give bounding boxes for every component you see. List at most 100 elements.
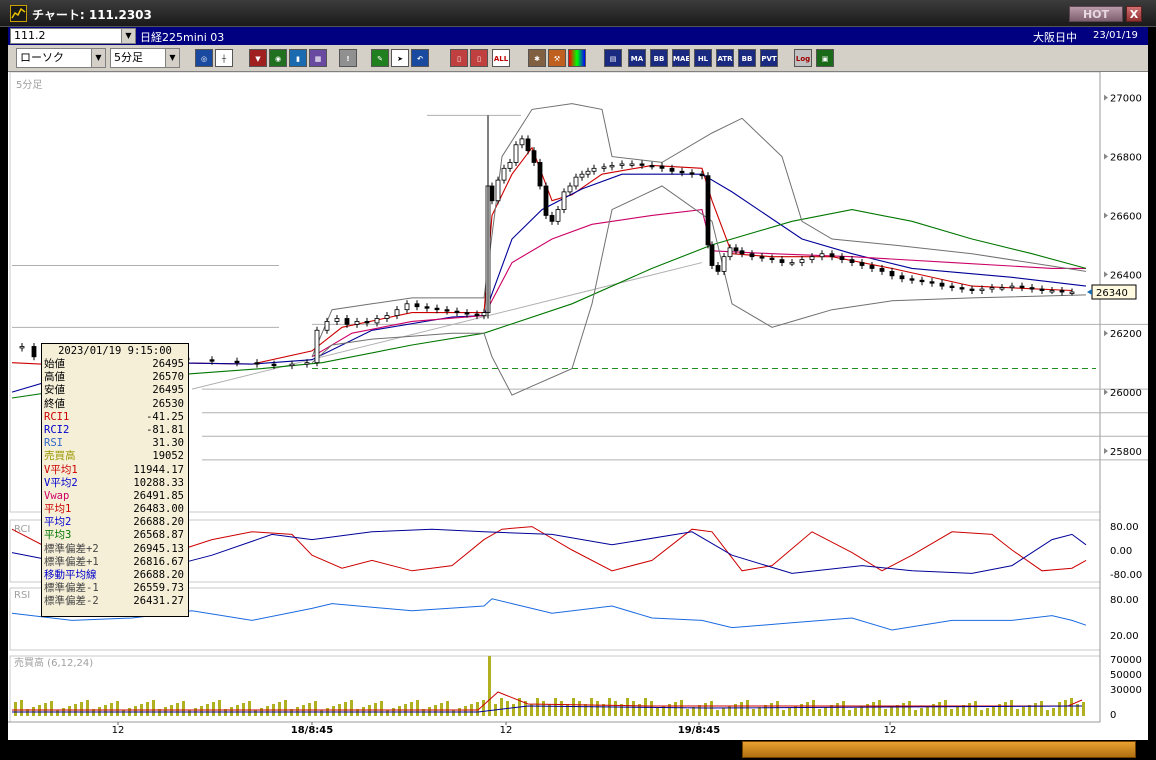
candle-body bbox=[969, 288, 975, 291]
price-panel-label: 5分足 bbox=[16, 79, 42, 91]
bb-button[interactable]: BB bbox=[650, 49, 668, 67]
volume-bar bbox=[14, 702, 17, 716]
volume-bar bbox=[698, 705, 701, 716]
rci-tick-label: 80.00 bbox=[1110, 522, 1139, 533]
atr-button[interactable]: ATR bbox=[716, 49, 734, 67]
interval-select[interactable]: 5分足 ▼ bbox=[110, 48, 180, 68]
candle-body bbox=[254, 362, 260, 365]
candle-body bbox=[1029, 287, 1035, 290]
tooltip-row: Vwap 26491.85 bbox=[42, 490, 188, 503]
volume-bar bbox=[818, 709, 821, 716]
chevron-down-icon[interactable]: ▼ bbox=[91, 49, 105, 67]
volume-bar bbox=[50, 701, 53, 716]
tooltip-row: V平均2 10288.33 bbox=[42, 477, 188, 490]
candle-body bbox=[591, 167, 597, 172]
pvt-button[interactable]: PVT bbox=[760, 49, 778, 67]
ma-button[interactable]: MA bbox=[628, 49, 646, 67]
candle-body bbox=[464, 312, 470, 315]
candle-body bbox=[739, 250, 745, 255]
tick-marker bbox=[1104, 448, 1108, 454]
candle-body bbox=[705, 175, 711, 246]
candle-body bbox=[639, 163, 645, 166]
chevron-down-icon[interactable]: ▼ bbox=[165, 49, 179, 67]
candle-body bbox=[889, 270, 895, 277]
tick-marker bbox=[1104, 94, 1108, 101]
grid-icon[interactable]: ▤ bbox=[604, 49, 622, 67]
volume-bar bbox=[254, 710, 257, 716]
chevron-down-icon[interactable]: ▼ bbox=[121, 29, 135, 43]
log-button[interactable]: Log bbox=[794, 49, 812, 67]
candle-body bbox=[819, 253, 825, 258]
window-title: チャート: 111.2303 bbox=[32, 8, 152, 22]
arrow-down-icon[interactable]: ▼ bbox=[249, 49, 267, 67]
chart-type-select[interactable]: ローソク ▼ bbox=[16, 48, 106, 68]
mae-button[interactable]: MAE bbox=[672, 49, 690, 67]
candle-body bbox=[799, 259, 805, 263]
candle-body bbox=[271, 363, 277, 367]
candle-body bbox=[1009, 285, 1015, 289]
volume-bar bbox=[596, 701, 599, 716]
tick-marker bbox=[1104, 389, 1108, 396]
pointer-icon[interactable]: ➤ bbox=[391, 49, 409, 67]
volume-bar bbox=[278, 702, 281, 716]
tooltip-row: 平均3 26568.87 bbox=[42, 529, 188, 542]
price-tick-label: 26600 bbox=[1110, 211, 1142, 222]
pencil-icon[interactable]: ✎ bbox=[371, 49, 389, 67]
undo-icon[interactable]: ↶ bbox=[411, 49, 429, 67]
gear-icon[interactable]: ✱ bbox=[528, 49, 546, 67]
palette-icon[interactable] bbox=[568, 49, 586, 67]
title-bar: チャート: 111.2303 HOT X bbox=[0, 0, 1156, 27]
volume-bar bbox=[452, 710, 455, 716]
candle-body bbox=[999, 287, 1005, 290]
chart-area[interactable]: 5分足 RCI 80.00 0.00 -80.00 RSI 80.00 20.00 売買高… bbox=[8, 72, 1148, 740]
tooltip-row: 移動平均線 26688.20 bbox=[42, 569, 188, 582]
tooltip-label: 始値 bbox=[44, 358, 65, 370]
tooltip-value: 26688.20 bbox=[133, 569, 184, 581]
volume-bar bbox=[752, 709, 755, 716]
hl-button[interactable]: HL bbox=[694, 49, 712, 67]
volume-bar bbox=[386, 710, 389, 716]
candle-icon[interactable]: ▯ bbox=[450, 49, 468, 67]
price-tick-label: 26400 bbox=[1110, 270, 1142, 281]
tooltip-label: 移動平均線 bbox=[44, 569, 97, 581]
crosshair-icon[interactable]: ┼ bbox=[215, 49, 233, 67]
volume-bar bbox=[842, 701, 845, 716]
search-icon[interactable]: ◉ bbox=[269, 49, 287, 67]
tooltip-row: RSI 31.30 bbox=[42, 437, 188, 450]
wrench-icon[interactable]: ⚒ bbox=[548, 49, 566, 67]
export-icon[interactable]: ▣ bbox=[816, 49, 834, 67]
candle-body bbox=[919, 279, 925, 283]
volume-bar bbox=[56, 710, 59, 716]
volume-bar bbox=[938, 702, 941, 716]
candle-body bbox=[809, 256, 815, 261]
columns-icon[interactable]: ▦ bbox=[309, 49, 327, 67]
zoom-icon[interactable]: ◎ bbox=[195, 49, 213, 67]
rci-tick-label: 0.00 bbox=[1110, 546, 1132, 557]
volume-bar bbox=[812, 700, 815, 716]
instrument-name: 日経225mini 03 bbox=[140, 31, 225, 44]
bars-icon[interactable]: ▮ bbox=[289, 49, 307, 67]
scrollbar-thumb[interactable] bbox=[742, 741, 1136, 758]
volume-bar bbox=[824, 707, 827, 716]
volume-bar bbox=[956, 707, 959, 716]
volume-bar bbox=[632, 701, 635, 716]
toolbar: ローソク ▼ 5分足 ▼ ◎ ┼ ▼ ◉ ▮ ▦ ! ✎ ➤ ↶ ▯ ▯ ALL… bbox=[8, 45, 1148, 72]
hot-button[interactable]: HOT bbox=[1069, 6, 1123, 22]
volume-bar bbox=[974, 701, 977, 716]
tooltip-label: 標準偏差+1 bbox=[44, 555, 99, 568]
disabled-icon: ! bbox=[339, 49, 357, 67]
candle-body bbox=[869, 265, 875, 269]
volume-bar bbox=[314, 701, 317, 716]
symbol-select[interactable]: 111.2 ▼ bbox=[10, 28, 136, 44]
candle-body bbox=[585, 170, 591, 175]
close-button[interactable]: X bbox=[1126, 6, 1142, 22]
volume-bar bbox=[416, 700, 419, 716]
candle-pair-icon[interactable]: ▯ bbox=[470, 49, 488, 67]
bbox-button[interactable]: BB bbox=[738, 49, 756, 67]
all-button[interactable]: ALL bbox=[492, 49, 510, 67]
volume-bar bbox=[914, 710, 917, 716]
volume-bar bbox=[146, 702, 149, 716]
price-tick-label: 26200 bbox=[1110, 329, 1142, 340]
tooltip-value: 26559.73 bbox=[133, 582, 184, 595]
volume-bar bbox=[20, 700, 23, 716]
